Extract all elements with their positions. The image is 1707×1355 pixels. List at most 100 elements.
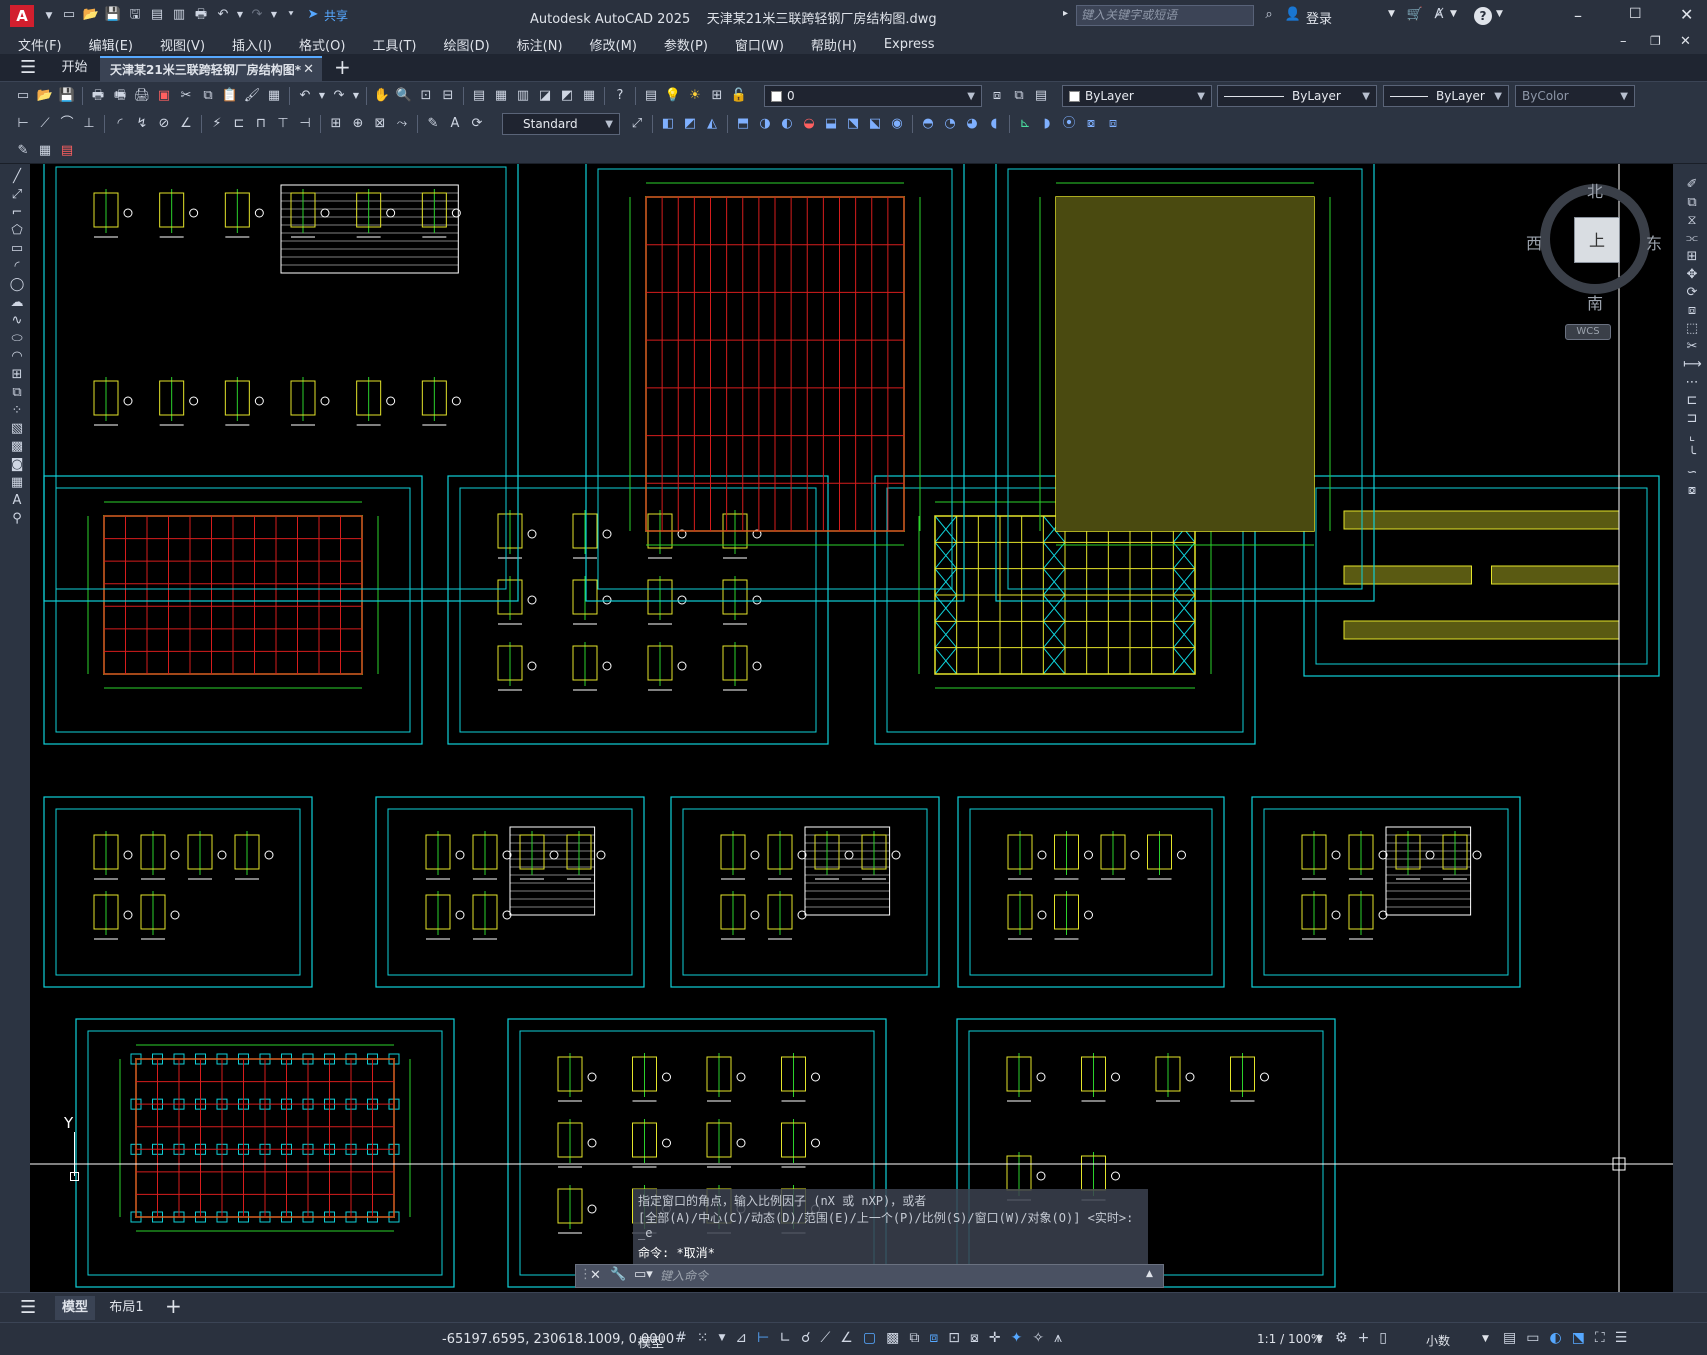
add-selected-icon[interactable]: ⚲ [8,510,26,528]
copy-object-icon[interactable]: ⧉ [1683,194,1701,212]
annotation-scale-value[interactable]: 1:1 / 100% [1257,1332,1322,1346]
redo-icon[interactable]: ↷ [248,6,266,24]
customize-qat-icon[interactable]: ⯆ [282,6,300,24]
copy-icon[interactable]: ⧉ [199,87,217,105]
share-icon[interactable]: ➤ [304,6,322,24]
tab-start[interactable]: 开始 [52,56,97,80]
point-icon[interactable]: ⁘ [8,402,26,420]
tab-close-icon[interactable]: ✕ [303,58,314,82]
menu-edit[interactable]: 编辑(E) [89,35,133,54]
polyline-icon[interactable]: ⌐ [8,204,26,222]
match-prop-icon[interactable]: 🖌 [243,87,261,105]
open-icon[interactable]: 📂 [36,87,54,105]
stretch-icon[interactable]: ⬚ [1683,320,1701,338]
annotation-monitor-icon[interactable]: + [1358,1330,1370,1346]
plotstyle-dropdown[interactable]: ByColor ▼ [1515,85,1635,107]
plot-preview-icon[interactable]: 🖷 [111,87,129,105]
autodesk-app-icon[interactable]: Ⱥ [1430,6,1448,24]
annotation-visibility-icon[interactable]: ✦ [1011,1330,1023,1346]
menu-parametric[interactable]: 参数(P) [664,35,708,54]
shade-icon[interactable]: ◓ [919,115,937,133]
dimstyle-dropdown[interactable]: Standard ▼ [502,113,620,135]
fly-icon[interactable]: ⧇ [1082,115,1100,133]
array-icon[interactable]: ⊞ [1683,248,1701,266]
interfere-icon[interactable]: ⬔ [844,115,862,133]
solid-cone-icon[interactable]: ◭ [703,115,721,133]
menu-insert[interactable]: 插入(I) [232,35,272,54]
solid-wedge-icon[interactable]: ◩ [681,115,699,133]
save-as-icon[interactable]: 🖫 [126,6,144,24]
new-tab-icon[interactable]: + [334,55,351,79]
logo-dropdown-icon[interactable]: ▼ [40,7,58,25]
sheet-set-icon[interactable]: ◪ [536,87,554,105]
viewcube-north[interactable]: 北 [1587,178,1603,202]
menu-dimension[interactable]: 标注(N) [517,35,563,54]
menu-help[interactable]: 帮助(H) [811,35,857,54]
snap-dropdown-icon[interactable]: ▼ [718,1333,725,1343]
revcloud-icon[interactable]: ☁ [8,294,26,312]
drawing-canvas[interactable]: 上 北 南 西 东 WCS Y 指定窗口的角点，输入比例因子 (nX 或 nXP… [30,164,1673,1292]
layer-on-icon[interactable]: 💡 [664,87,682,105]
properties-icon[interactable]: ▤ [470,87,488,105]
search-icon[interactable]: ⌕ [1260,6,1278,24]
undo-icon[interactable]: ↶ [214,6,232,24]
jogged-linear-icon[interactable]: ⤳ [393,115,411,133]
tool-palettes-icon[interactable]: ▥ [514,87,532,105]
materials-icon[interactable]: ◕ [963,115,981,133]
gizmo-icon[interactable]: ✛ [989,1330,1001,1346]
quick-dim-icon[interactable]: ⚡ [208,115,226,133]
ucs-icon[interactable]: ⊾ [1016,115,1034,133]
lineweight-dropdown[interactable]: ByLayer ▼ [1383,85,1509,107]
dynamic-input-icon[interactable]: ⊢ [757,1330,769,1346]
command-input[interactable]: 键入命令 [660,1267,1140,1285]
zoom-window-icon[interactable]: ⊡ [417,87,435,105]
layer-states-icon[interactable]: ▤ [1032,87,1050,105]
help-icon[interactable]: ? [1474,7,1492,25]
slice-icon[interactable]: ⬓ [822,115,840,133]
menu-window[interactable]: 窗口(W) [735,35,784,54]
solid-box-icon[interactable]: ◧ [659,115,677,133]
viewcube-east[interactable]: 东 [1646,230,1662,254]
hamburger-menu-icon[interactable]: ☰ [20,57,36,78]
union-icon[interactable]: ◑ [756,115,774,133]
dim-style-icon[interactable]: ⤢ [628,115,646,133]
trim-icon[interactable]: ✂ [1683,338,1701,356]
chamfer-icon[interactable]: ⌞ [1683,428,1701,446]
doc-close-icon[interactable]: ✕ [1680,34,1691,49]
command-customize-icon[interactable]: 🔧 [610,1267,626,1282]
viewcube[interactable]: 上 北 南 西 东 [1526,170,1662,320]
add-layout-icon[interactable]: + [165,1294,182,1318]
doc-restore-icon[interactable]: ❐ [1650,34,1661,48]
layer-previous-icon[interactable]: ⧉ [1010,87,1028,105]
new-icon[interactable]: ▭ [60,6,78,24]
units-dropdown-icon[interactable]: ▼ [1482,1334,1489,1344]
autocad-logo-icon[interactable]: A [10,5,34,27]
menu-view[interactable]: 视图(V) [160,35,205,54]
break-point-icon[interactable]: ⋯ [1683,374,1701,392]
viewcube-south[interactable]: 南 [1587,290,1603,314]
section-icon[interactable]: ⬕ [866,115,884,133]
blend-icon[interactable]: ∽ [1683,464,1701,482]
search-expand-icon[interactable]: ▸ [1063,8,1068,19]
aligned-dim-icon[interactable]: ⟋ [36,115,54,133]
quick-properties-icon[interactable]: ▤ [1503,1330,1516,1346]
3d-osnap-icon[interactable]: ⧈ [929,1330,938,1346]
gradient-icon[interactable]: ▩ [8,438,26,456]
scale-dropdown-icon[interactable]: ▼ [1316,1334,1323,1344]
dim-space-icon[interactable]: ⊤ [274,115,292,133]
construction-line-icon[interactable]: ⤢ [8,186,26,204]
user-icon[interactable]: 👤 [1284,6,1302,24]
customize-status-icon[interactable]: ☰ [1615,1330,1628,1346]
mirror-icon[interactable]: ⧖ [1683,212,1701,230]
explode-icon[interactable]: ⧇ [1683,482,1701,500]
dim-break-icon[interactable]: ⊣ [296,115,314,133]
arc-icon[interactable]: ◜ [8,258,26,276]
plot-icon[interactable]: 🖶 [192,6,210,24]
redo-icon[interactable]: ↷ [330,87,348,105]
share-label[interactable]: 共享 [324,7,348,24]
menu-format[interactable]: 格式(O) [299,35,345,54]
layout-menu-icon[interactable]: ☰ [20,1297,36,1318]
app-dropdown-icon[interactable]: ▼ [1450,9,1457,19]
tab-model[interactable]: 模型 [55,1296,95,1320]
units-value[interactable]: 小数 [1426,1332,1450,1349]
